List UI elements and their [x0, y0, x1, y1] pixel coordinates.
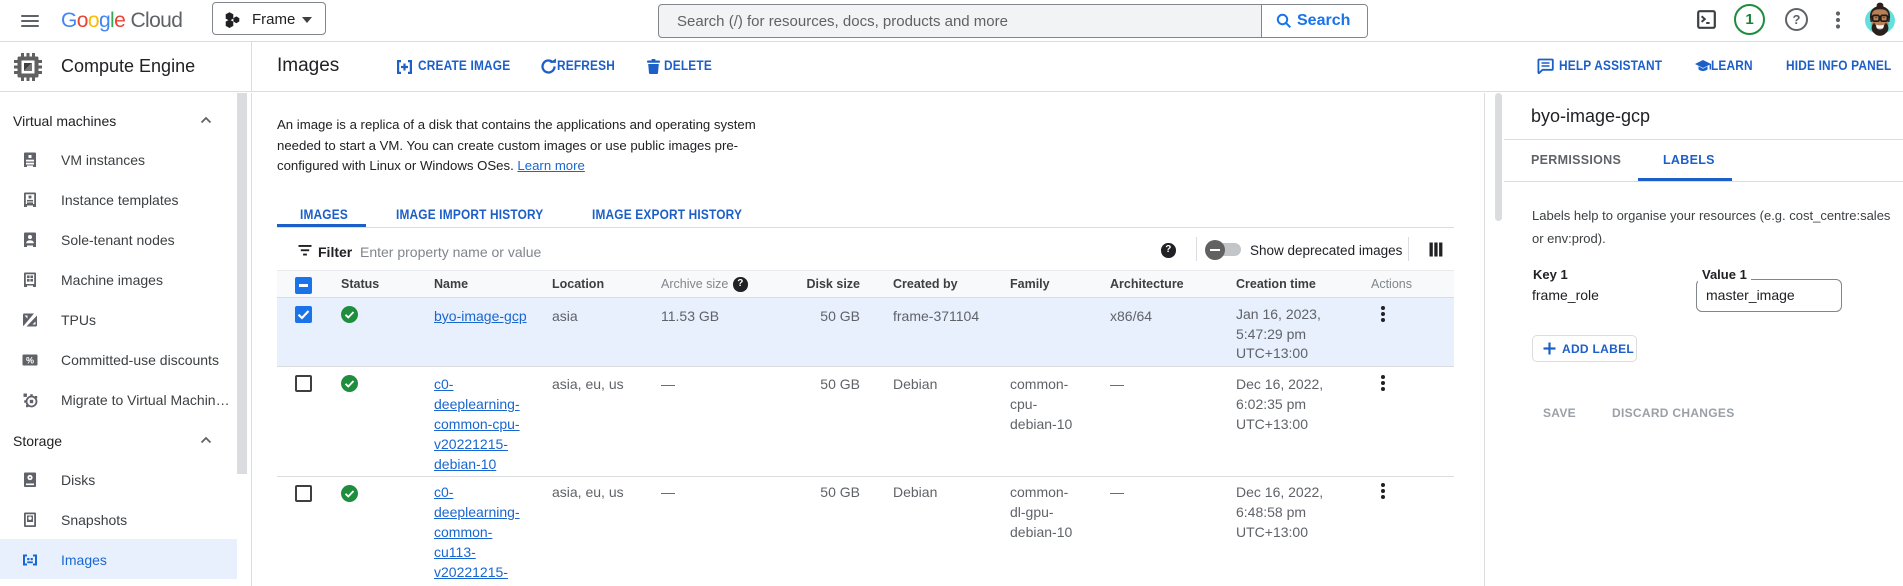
svg-text:%: %: [26, 355, 34, 365]
